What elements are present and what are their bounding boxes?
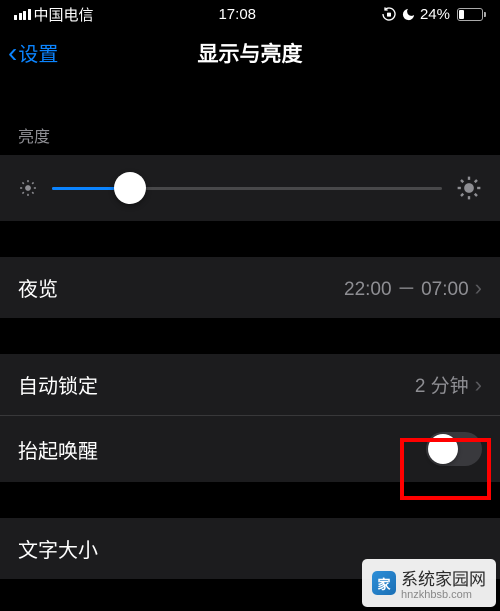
nav-bar: ‹ 设置 显示与亮度 xyxy=(0,28,500,81)
night-shift-cell[interactable]: 夜览 22:00 － 07:00 › xyxy=(0,257,500,318)
raise-to-wake-toggle[interactable] xyxy=(426,432,482,466)
status-bar: 中国电信 17:08 24% xyxy=(0,0,500,28)
brightness-header: 亮度 xyxy=(0,117,500,155)
raise-to-wake-cell: 抬起唤醒 xyxy=(0,415,500,482)
night-shift-label: 夜览 xyxy=(18,273,58,302)
back-button[interactable]: ‹ 设置 xyxy=(8,38,58,67)
sun-large-icon xyxy=(456,175,482,201)
chevron-right-icon: › xyxy=(475,372,482,398)
watermark-logo-icon: 家 xyxy=(372,571,396,595)
status-time: 17:08 xyxy=(218,6,256,23)
auto-lock-cell[interactable]: 自动锁定 2 分钟 › xyxy=(0,354,500,415)
chevron-left-icon: ‹ xyxy=(8,39,17,67)
rotation-lock-icon xyxy=(381,6,397,22)
page-title: 显示与亮度 xyxy=(198,38,303,68)
carrier-label: 中国电信 xyxy=(34,4,94,25)
auto-lock-label: 自动锁定 xyxy=(18,370,98,399)
watermark-url: hnzkhbsb.com xyxy=(401,590,486,601)
back-label: 设置 xyxy=(18,38,58,67)
chevron-right-icon: › xyxy=(475,275,482,301)
brightness-slider-cell xyxy=(0,155,500,221)
signal-icon xyxy=(14,9,31,20)
raise-to-wake-label: 抬起唤醒 xyxy=(18,435,98,464)
battery-icon xyxy=(454,8,486,21)
night-shift-value: 22:00 － 07:00 xyxy=(344,274,469,301)
sun-small-icon xyxy=(18,178,38,198)
moon-icon xyxy=(401,7,416,22)
auto-lock-value: 2 分钟 xyxy=(415,371,469,398)
slider-thumb[interactable] xyxy=(114,172,146,204)
watermark-name: 系统家园网 xyxy=(401,570,486,589)
text-size-label: 文字大小 xyxy=(18,534,98,563)
watermark: 家 系统家园网 hnzkhbsb.com xyxy=(362,559,496,607)
battery-percent: 24% xyxy=(420,6,450,23)
brightness-slider[interactable] xyxy=(52,187,442,190)
